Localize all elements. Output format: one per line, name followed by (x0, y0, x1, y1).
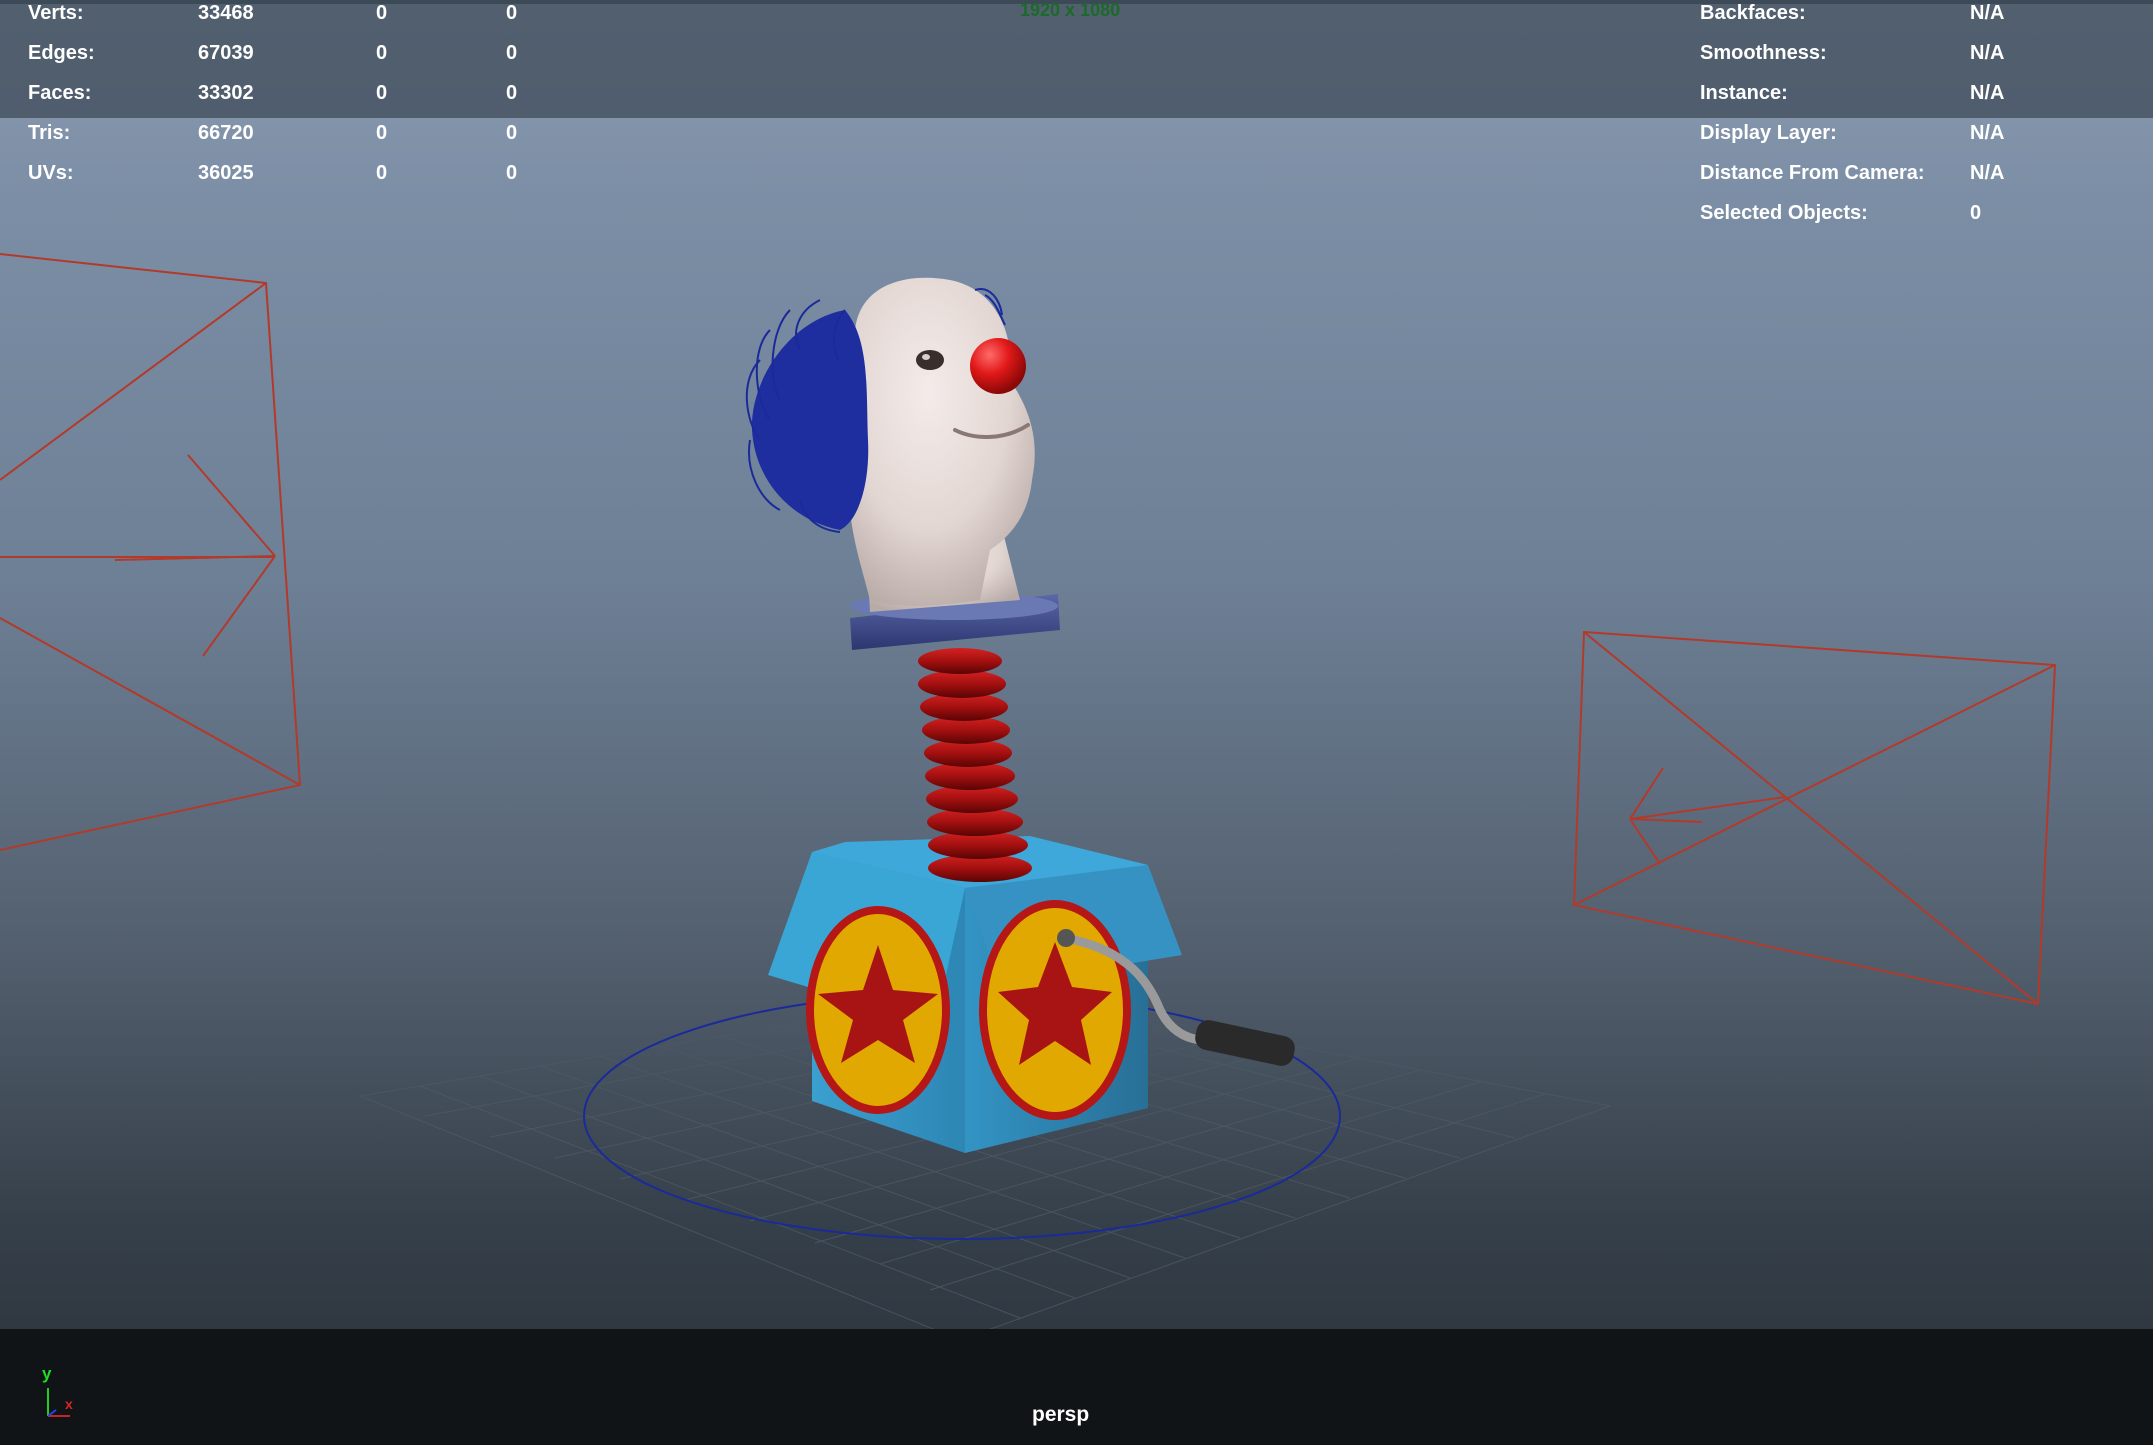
hud-value: 67039 (198, 42, 254, 64)
hud-value: 0 (376, 42, 388, 64)
hud-value: 0 (1970, 202, 1982, 224)
toy-box[interactable] (768, 836, 1182, 1153)
hud-value: N/A (1970, 82, 2005, 104)
hud-label-faces: Faces: (28, 82, 92, 104)
axis-x-label: x (65, 1396, 73, 1412)
hud-value: 0 (506, 122, 518, 144)
hud-label-uvs: UVs: (28, 162, 74, 184)
hud-value: N/A (1970, 2, 2005, 24)
perspective-viewport[interactable]: Verts: 33468 0 0 Edges: 67039 0 0 Faces:… (0, 0, 2153, 1445)
hud-label-selected-objects: Selected Objects: (1700, 202, 1868, 224)
clown-nose (970, 338, 1026, 394)
hud-label-instance: Instance: (1700, 82, 1788, 104)
hud-value: N/A (1970, 122, 2005, 144)
camera-wireframe-left[interactable] (0, 253, 302, 851)
resolution-gate-label: 1920 x 1080 (1020, 0, 1121, 20)
hud-value: 36025 (198, 162, 254, 184)
hud-value: 0 (376, 122, 388, 144)
hud-value: 0 (376, 162, 388, 184)
hud-value: 0 (506, 42, 518, 64)
viewport-bottom-bar (0, 1329, 2153, 1445)
axis-y-label: y (42, 1364, 52, 1383)
camera-name-label[interactable]: persp (1032, 1403, 1089, 1427)
hud-label-tris: Tris: (28, 122, 71, 144)
hud-value: 33468 (198, 2, 254, 24)
hud-value: 0 (376, 82, 388, 104)
camera-wireframe-right[interactable] (1572, 630, 2057, 1006)
hud-value: 0 (506, 82, 518, 104)
hud-label-display-layer: Display Layer: (1700, 122, 1837, 144)
hud-value: 0 (506, 2, 518, 24)
hud-label-edges: Edges: (28, 42, 95, 64)
hud-value: 66720 (198, 122, 254, 144)
spring[interactable] (918, 648, 1032, 882)
hud-value: 33302 (198, 82, 254, 104)
clown-head[interactable] (745, 277, 1035, 612)
box-badge-right (979, 900, 1131, 1120)
hud-value: N/A (1970, 162, 2005, 184)
hud-label-verts: Verts: (28, 2, 84, 24)
hud-value: 0 (506, 162, 518, 184)
hud-value: N/A (1970, 42, 2005, 64)
hud-label-backfaces: Backfaces: (1700, 2, 1806, 24)
hud-label-distance-from-camera: Distance From Camera: (1700, 162, 1925, 184)
hud-value: 0 (376, 2, 388, 24)
hud-label-smoothness: Smoothness: (1700, 42, 1827, 64)
